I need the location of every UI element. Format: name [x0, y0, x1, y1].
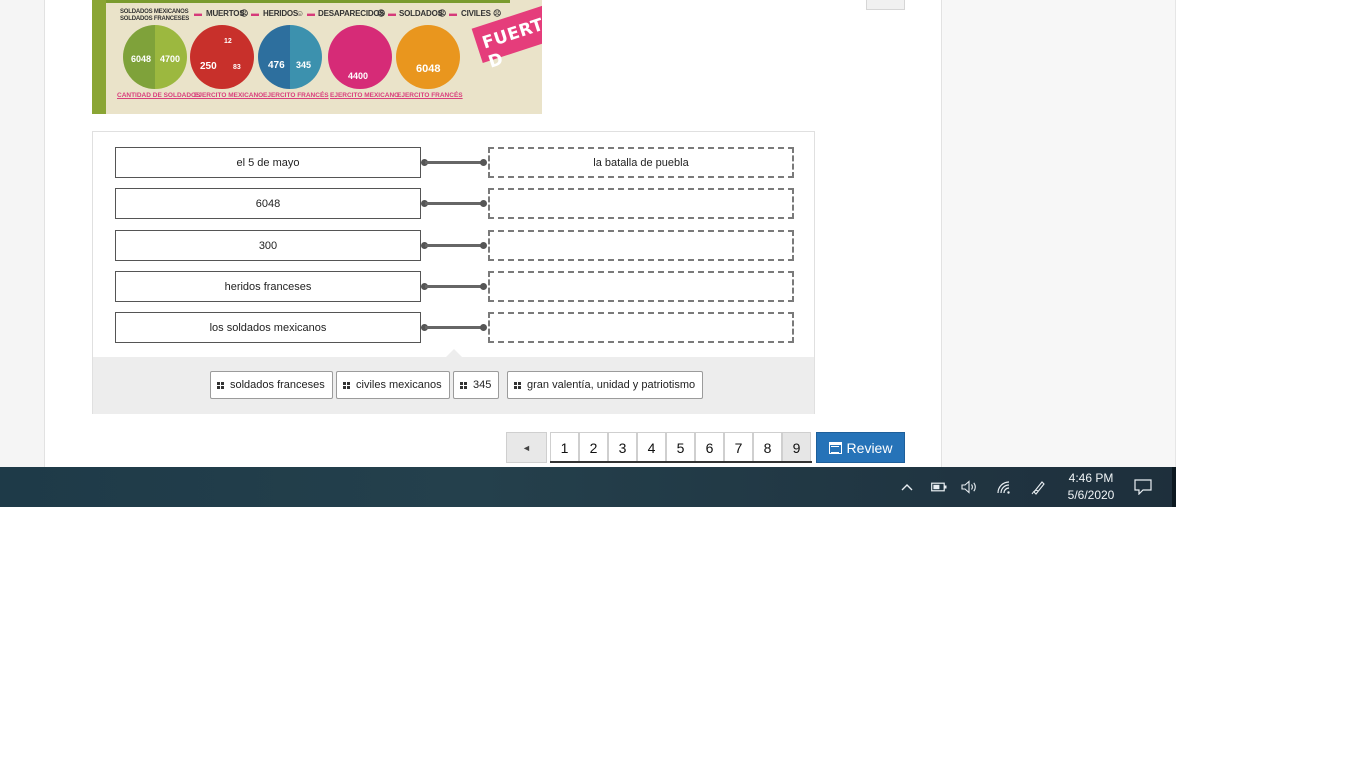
match-prompt: el 5 de mayo	[115, 147, 421, 178]
page-button-6[interactable]: 6	[695, 432, 724, 463]
legend-wounded: HERIDOS	[263, 9, 299, 18]
windows-taskbar: 4:46 PM 5/6/2020	[0, 467, 1176, 507]
review-button[interactable]: Review	[816, 432, 905, 463]
match-drop-target[interactable]	[488, 188, 794, 219]
page-button-2[interactable]: 2	[579, 432, 608, 463]
legend-wounded-icon: ☺	[296, 9, 304, 18]
match-row: los soldados mexicanos	[115, 312, 795, 343]
system-clock[interactable]: 4:46 PM 5/6/2020	[1060, 470, 1122, 504]
legend-dead: MUERTOS	[206, 9, 245, 18]
page-button-4[interactable]: 4	[637, 432, 666, 463]
legend-soldiers-icon: ☹	[438, 9, 447, 18]
circle-mexican-casualties: 250 12 83	[190, 25, 254, 89]
match-drop-target[interactable]	[488, 312, 794, 343]
infographic-legend: SOLDADOS MEXICANOS SOLDADOS FRANCESES ▬ …	[120, 9, 502, 22]
volume-icon[interactable]	[960, 467, 980, 507]
left-gutter	[0, 0, 44, 467]
pen-icon[interactable]	[1029, 467, 1049, 507]
match-prompt: 300	[115, 230, 421, 261]
page-button-5[interactable]: 5	[666, 432, 695, 463]
page-button-9[interactable]: 9	[782, 432, 811, 463]
match-connector	[421, 200, 487, 207]
match-connector	[421, 283, 487, 290]
legend-missing: DESAPARECIDOS	[318, 9, 385, 18]
legend-french-soldiers: SOLDADOS FRANCESES	[120, 16, 190, 22]
answer-chip[interactable]: 345	[453, 371, 500, 399]
page-button-7[interactable]: 7	[724, 432, 753, 463]
notification-icon[interactable]	[1133, 467, 1153, 507]
right-sidebar	[943, 0, 1176, 467]
caption-mexican-army-1: EJERCITO MEXICANO	[194, 92, 264, 99]
caption-french-army-1: EJERCITO FRANCÉS	[263, 92, 329, 99]
match-row: 6048	[115, 188, 795, 219]
answer-chip[interactable]: gran valentía, unidad y patriotismo	[507, 371, 704, 399]
match-row: heridos franceses	[115, 271, 795, 302]
legend-soldiers: SOLDADOS	[399, 9, 443, 18]
match-row: 300	[115, 230, 795, 261]
circle-soldier-count: 6048 4700	[123, 25, 187, 89]
legend-mexican-soldiers: SOLDADOS MEXICANOS	[120, 9, 189, 15]
legend-dead-icon: ☹	[240, 9, 249, 18]
calendar-icon	[828, 441, 842, 454]
caption-soldier-count: CANTIDAD DE SOLDADOS	[117, 92, 201, 99]
clock-time: 4:46 PM	[1068, 471, 1114, 485]
match-prompt: los soldados mexicanos	[115, 312, 421, 343]
clock-date: 5/6/2020	[1067, 488, 1115, 502]
match-prompt: 6048	[115, 188, 421, 219]
match-row: el 5 de mayo la batalla de puebla	[115, 147, 795, 178]
circle-french-casualties: 476 345	[258, 25, 322, 89]
drag-handle-icon	[217, 381, 224, 389]
match-drop-target[interactable]	[488, 230, 794, 261]
battery-icon[interactable]	[929, 467, 949, 507]
match-connector	[421, 159, 487, 166]
matching-question: el 5 de mayo la batalla de puebla 6048 3…	[92, 131, 815, 414]
caption-french-army-2: EJERCITO FRANCÉS	[397, 92, 463, 99]
legend-civilians-icon: ☹	[493, 9, 502, 18]
page-button-3[interactable]: 3	[608, 432, 637, 463]
drag-handle-icon	[460, 381, 467, 389]
match-prompt: heridos franceses	[115, 271, 421, 302]
pagination-underline	[550, 461, 812, 463]
legend-missing-icon: ☹	[377, 9, 386, 18]
circle-mexican-soldiers: 4400	[328, 25, 392, 89]
drag-handle-icon	[343, 381, 350, 389]
top-corner-button[interactable]	[866, 0, 905, 10]
infographic-image: SOLDADOS MEXICANOS SOLDADOS FRANCESES ▬ …	[92, 0, 542, 114]
legend-civilians: CIVILES	[461, 9, 491, 18]
circle-french-soldiers: 6048	[396, 25, 460, 89]
match-connector	[421, 324, 487, 331]
show-desktop-button[interactable]	[1172, 467, 1176, 507]
answer-chip[interactable]: civiles mexicanos	[336, 371, 450, 399]
page-button-1[interactable]: 1	[550, 432, 579, 463]
chevron-up-icon[interactable]	[898, 467, 916, 507]
drag-handle-icon	[514, 381, 521, 389]
page-button-8[interactable]: 8	[753, 432, 782, 463]
answer-bank: soldados franceses civiles mexicanos 345…	[93, 349, 814, 414]
browser-viewport: SOLDADOS MEXICANOS SOLDADOS FRANCESES ▬ …	[0, 0, 1176, 507]
match-drop-target[interactable]	[488, 271, 794, 302]
match-connector	[421, 242, 487, 249]
answer-chip[interactable]: soldados franceses	[210, 371, 333, 399]
match-drop-target[interactable]: la batalla de puebla	[488, 147, 794, 178]
previous-page-button[interactable]: ◄	[506, 432, 547, 463]
wifi-icon[interactable]	[994, 467, 1014, 507]
caption-mexican-army-2: EJERCITO MEXICANO	[330, 92, 400, 99]
